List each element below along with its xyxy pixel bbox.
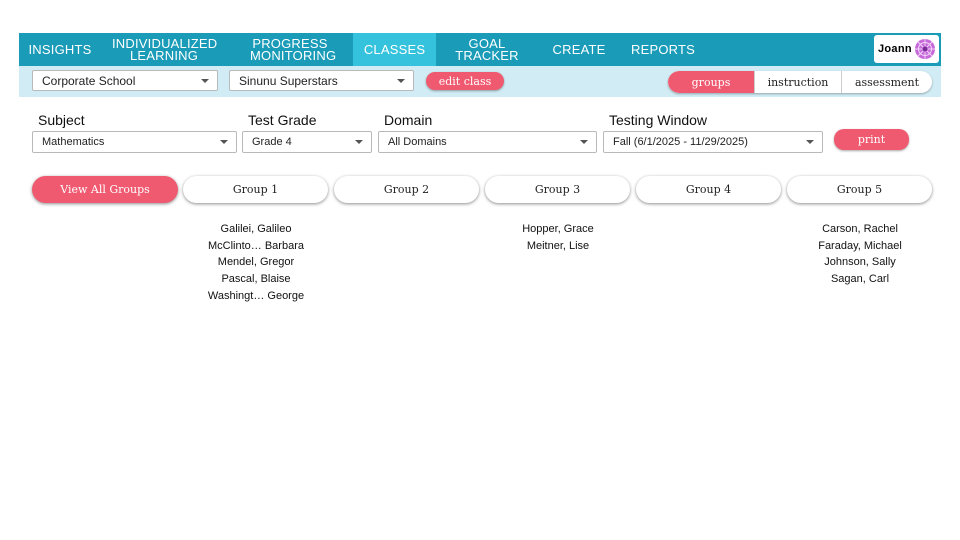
testing-window-select-value: Fall (6/1/2025 - 11/29/2025) — [613, 136, 748, 148]
list-item: Meitner, Lise — [526, 239, 590, 252]
tab-group-2[interactable]: Group 2 — [334, 176, 479, 203]
avatar-icon — [915, 39, 935, 59]
chevron-down-icon — [806, 140, 814, 144]
group-5-members: Carson, Rachel Faraday, Michael Johnson,… — [785, 221, 935, 288]
class-select-value: Sinunu Superstars — [239, 73, 338, 88]
nav-progress-monitoring-label: PROGRESS MONITORING — [250, 35, 337, 63]
top-nav: INSIGHTS INDIVIDUALIZED LEARNING PROGRES… — [19, 33, 941, 66]
nav-progress-monitoring[interactable]: PROGRESS MONITORING — [231, 33, 349, 66]
view-assessment-button[interactable]: assessment — [842, 71, 932, 93]
testing-window-label: Testing Window — [609, 112, 708, 128]
nav-goal-tracker[interactable]: GOAL TRACKER — [438, 33, 536, 66]
nav-individualized-learning[interactable]: INDIVIDUALIZED LEARNING — [105, 33, 223, 66]
test-grade-select[interactable]: Grade 4 — [242, 131, 372, 153]
group-3-members: Hopper, Grace Meitner, Lise — [483, 221, 633, 254]
tab-group-4[interactable]: Group 4 — [636, 176, 781, 203]
list-item: Mendel, Gregor — [217, 256, 295, 269]
nav-reports[interactable]: REPORTS — [624, 33, 702, 66]
domain-select-value: All Domains — [388, 136, 447, 148]
view-instruction-button[interactable]: instruction — [755, 71, 842, 93]
list-item: Johnson, Sally — [824, 256, 896, 269]
chevron-down-icon — [220, 140, 228, 144]
tab-group-3[interactable]: Group 3 — [485, 176, 630, 203]
school-select-value: Corporate School — [42, 73, 136, 88]
group-1-members: Galilei, Galileo McClinto… Barbara Mende… — [181, 221, 331, 305]
test-grade-select-value: Grade 4 — [252, 136, 292, 148]
tab-view-all-groups[interactable]: View All Groups — [32, 176, 178, 203]
class-select[interactable]: Sinunu Superstars — [229, 70, 414, 91]
user-name: Joann — [878, 43, 912, 55]
list-item: Carson, Rachel — [822, 223, 898, 235]
list-item: Galilei, Galileo — [220, 223, 292, 235]
edit-class-button[interactable]: edit class — [426, 72, 504, 90]
subject-select[interactable]: Mathematics — [32, 131, 237, 153]
list-item: McClinto… Barbara — [208, 239, 304, 252]
subject-select-value: Mathematics — [42, 136, 105, 148]
chevron-down-icon — [355, 140, 363, 144]
view-groups-button[interactable]: groups — [668, 71, 755, 93]
user-menu[interactable]: Joann — [874, 35, 939, 63]
list-item: Pascal, Blaise — [221, 273, 291, 286]
testing-window-select[interactable]: Fall (6/1/2025 - 11/29/2025) — [603, 131, 823, 153]
view-toggle: groups instruction assessment — [668, 71, 932, 93]
chevron-down-icon — [397, 79, 405, 83]
list-item: Washingt… George — [207, 289, 305, 302]
test-grade-label: Test Grade — [248, 112, 317, 128]
chevron-down-icon — [580, 140, 588, 144]
nav-classes[interactable]: CLASSES — [353, 33, 436, 66]
nav-create[interactable]: CREATE — [544, 33, 614, 66]
nav-insights[interactable]: INSIGHTS — [19, 33, 101, 66]
domain-label: Domain — [384, 112, 433, 128]
school-select[interactable]: Corporate School — [32, 70, 218, 91]
list-item: Hopper, Grace — [522, 223, 594, 235]
list-item: Faraday, Michael — [818, 239, 902, 252]
print-button[interactable]: print — [834, 129, 909, 150]
nav-individualized-learning-label: INDIVIDUALIZED LEARNING — [112, 35, 218, 63]
tab-group-5[interactable]: Group 5 — [787, 176, 932, 203]
subject-label: Subject — [38, 112, 85, 128]
domain-select[interactable]: All Domains — [378, 131, 597, 153]
list-item: Sagan, Carl — [830, 273, 890, 286]
chevron-down-icon — [201, 79, 209, 83]
tab-group-1[interactable]: Group 1 — [183, 176, 328, 203]
